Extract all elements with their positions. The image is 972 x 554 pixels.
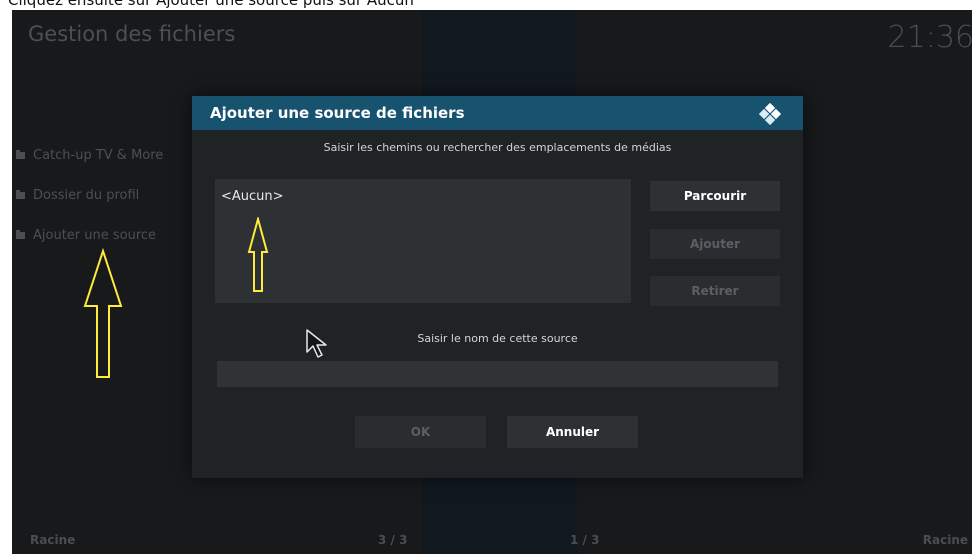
footer-left-page-count: 3 / 3 <box>378 533 408 547</box>
sidebar-item-profile-folder[interactable]: Dossier du profil <box>16 184 139 206</box>
remove-path-button[interactable]: Retirer <box>650 276 780 306</box>
sidebar-item-catch-up-tv[interactable]: Catch-up TV & More <box>16 144 163 166</box>
yellow-annotation-arrow-icon <box>247 217 269 292</box>
add-file-source-dialog: Ajouter une source de fichiers Saisir le… <box>192 96 803 478</box>
sidebar-item-add-source[interactable]: Ajouter une source <box>16 224 156 246</box>
dialog-header: Ajouter une source de fichiers <box>192 96 803 130</box>
source-name-label: Saisir le nom de cette source <box>417 332 578 345</box>
footer-right-page-count: 1 / 3 <box>570 533 600 547</box>
sidebar-item-label: Catch-up TV & More <box>33 147 164 163</box>
kodi-logo-icon <box>759 103 781 125</box>
clock: 21:36 <box>887 20 972 55</box>
yellow-annotation-arrow-icon <box>83 248 123 378</box>
cancel-button[interactable]: Annuler <box>507 416 638 448</box>
kodi-file-manager-screen: Gestion des fichiers 21:36 Catch-up TV &… <box>12 10 972 554</box>
path-list-item-none[interactable]: <Aucun> <box>221 189 284 204</box>
page-title: Gestion des fichiers <box>28 22 236 46</box>
footer-bar: Racine 3 / 3 1 / 3 Racine <box>12 524 972 554</box>
folder-icon <box>16 229 25 239</box>
dialog-title: Ajouter une source de fichiers <box>210 104 465 122</box>
top-caption-text: Cliquez ensuite sur Ajouter une source p… <box>8 0 414 9</box>
media-path-list: <Aucun> <box>215 179 631 303</box>
sidebar-item-label: Ajouter une source <box>33 227 157 243</box>
sidebar-item-label: Dossier du profil <box>33 187 140 203</box>
folder-icon <box>16 149 25 159</box>
top-caption-crop: Cliquez ensuite sur Ajouter une source p… <box>0 0 972 10</box>
footer-right-location: Racine <box>922 533 968 547</box>
ok-button[interactable]: OK <box>355 416 486 448</box>
folder-icon <box>16 189 25 199</box>
mouse-cursor-icon <box>306 329 327 358</box>
browse-button[interactable]: Parcourir <box>650 181 780 211</box>
source-name-input[interactable] <box>217 361 778 387</box>
footer-left-location: Racine <box>30 533 76 547</box>
add-path-button[interactable]: Ajouter <box>650 229 780 259</box>
path-instruction: Saisir les chemins ou rechercher des emp… <box>323 141 672 154</box>
